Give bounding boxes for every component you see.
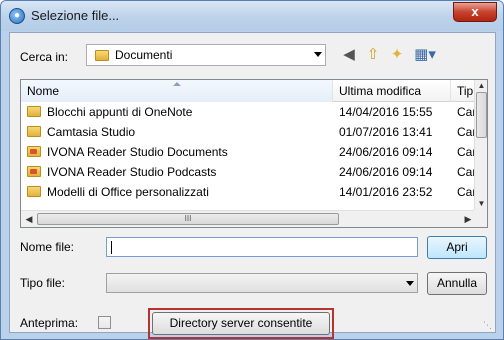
file-name-cell: IVONA Reader Studio Podcasts [47, 165, 217, 179]
column-name-label: Nome [27, 84, 60, 98]
folder-icon [27, 186, 41, 197]
file-date-cell: 24/06/2016 09:14 [339, 145, 433, 159]
column-header-name[interactable]: Nome [21, 80, 333, 102]
column-header-date[interactable]: Ultima modifica [333, 80, 451, 102]
view-menu-icon[interactable]: ▦▾ [412, 46, 438, 64]
file-list[interactable]: Nome Ultima modifica Tip Blocchi appunti… [20, 79, 488, 228]
list-header: Nome Ultima modifica Tip [21, 80, 476, 102]
title-bar[interactable]: ● Selezione file... x [1, 1, 503, 31]
look-in-value: Documenti [115, 48, 173, 62]
scroll-down-icon[interactable]: ▼ [475, 198, 487, 210]
preview-label: Anteprima: [20, 316, 79, 330]
file-name-cell: Blocchi appunti di OneNote [47, 105, 193, 119]
look-in-combo[interactable]: Documenti [86, 44, 326, 66]
file-type-combo[interactable] [106, 273, 418, 293]
special-folder-icon [27, 146, 41, 157]
file-name-label: Nome file: [20, 240, 75, 254]
chevron-down-icon[interactable] [406, 281, 414, 286]
file-rows: Blocchi appunti di OneNote 14/04/2016 15… [21, 102, 476, 202]
list-item[interactable]: Modelli di Office personalizzati 14/01/2… [21, 182, 476, 202]
preview-checkbox[interactable] [98, 316, 111, 329]
sort-ascending-icon [173, 82, 181, 86]
scroll-left-icon[interactable]: ◀ [22, 213, 36, 225]
resize-grip-icon[interactable]: ⋱ [483, 320, 493, 330]
list-item[interactable]: IVONA Reader Studio Podcasts 24/06/2016 … [21, 162, 476, 182]
up-folder-icon[interactable]: ⇧ [364, 46, 382, 64]
vertical-scroll-thumb[interactable] [476, 92, 487, 138]
back-icon[interactable]: ◀ [340, 46, 358, 64]
app-icon: ● [9, 8, 25, 24]
list-item[interactable]: Blocchi appunti di OneNote 14/04/2016 15… [21, 102, 476, 122]
folder-icon [95, 50, 109, 61]
horizontal-scroll-thumb[interactable]: III [37, 213, 339, 225]
vertical-scrollbar[interactable]: ▲ ▼ [474, 80, 487, 210]
file-date-cell: 24/06/2016 09:14 [339, 165, 433, 179]
file-name-cell: Modelli di Office personalizzati [47, 185, 209, 199]
horizontal-scrollbar[interactable]: ◀ III ▶ [21, 210, 476, 227]
directory-server-button[interactable]: Directory server consentite [152, 312, 330, 335]
cancel-button[interactable]: Annulla [427, 272, 487, 295]
list-item[interactable]: IVONA Reader Studio Documents 24/06/2016… [21, 142, 476, 162]
folder-icon [27, 126, 41, 137]
window-title: Selezione file... [31, 8, 120, 23]
dialog-body: Cerca in: Documenti ◀ ⇧ ✦ ▦▾ Nome Ultima… [9, 32, 496, 339]
chevron-down-icon[interactable] [314, 52, 322, 57]
file-name-cell: IVONA Reader Studio Documents [47, 145, 228, 159]
scroll-right-icon[interactable]: ▶ [461, 213, 475, 225]
toolbar: ◀ ⇧ ✦ ▦▾ [340, 44, 490, 66]
file-type-label: Tipo file: [20, 276, 65, 290]
file-dialog-window: ● Selezione file... x Cerca in: Document… [0, 0, 504, 340]
scroll-up-icon[interactable]: ▲ [475, 80, 487, 92]
look-in-label: Cerca in: [20, 50, 69, 64]
file-date-cell: 14/01/2016 23:52 [339, 185, 433, 199]
text-caret [111, 241, 112, 254]
scrollbar-corner [474, 210, 487, 227]
new-folder-icon[interactable]: ✦ [388, 46, 406, 64]
file-name-input[interactable] [106, 237, 418, 257]
file-date-cell: 01/07/2016 13:41 [339, 125, 433, 139]
special-folder-icon [27, 166, 41, 177]
list-item[interactable]: Camtasia Studio 01/07/2016 13:41 Car [21, 122, 476, 142]
folder-icon [27, 106, 41, 117]
column-header-type[interactable]: Tip [451, 80, 476, 102]
file-date-cell: 14/04/2016 15:55 [339, 105, 433, 119]
file-name-cell: Camtasia Studio [47, 125, 136, 139]
open-button[interactable]: Apri [427, 236, 487, 259]
close-button[interactable]: x [453, 2, 497, 22]
